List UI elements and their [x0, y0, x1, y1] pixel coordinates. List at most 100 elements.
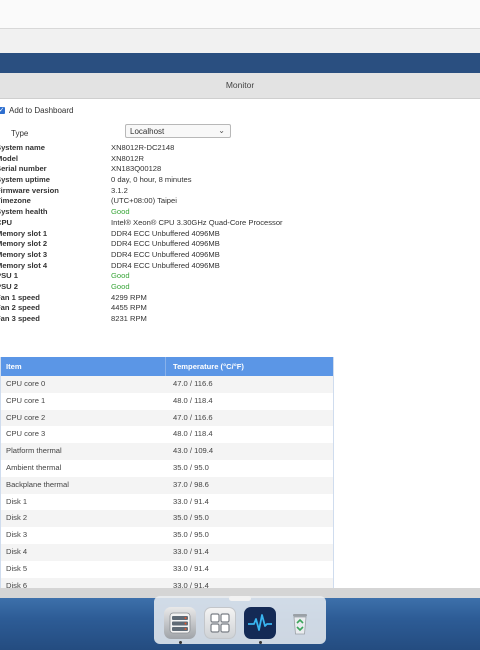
table-row[interactable]: Disk 1 33.0 / 91.4: [1, 494, 333, 511]
info-key: PSU 1: [0, 271, 18, 281]
info-row: Firmware version 3.1.2: [0, 186, 396, 197]
info-value: (UTC+08:00) Taipei: [111, 196, 177, 206]
info-value: DDR4 ECC Unbuffered 4096MB: [111, 239, 220, 249]
column-header-item[interactable]: Item: [1, 357, 166, 376]
info-row: Serial number XN183Q00128: [0, 164, 396, 175]
info-row: Memory slot 4 DDR4 ECC Unbuffered 4096MB: [0, 261, 396, 272]
info-value: 4299 RPM: [111, 292, 147, 302]
info-row: Memory slot 1 DDR4 ECC Unbuffered 4096MB: [0, 229, 396, 240]
cell-temperature: 33.0 / 91.4: [173, 563, 209, 573]
info-row: Fan 2 speed 4455 RPM: [0, 303, 396, 314]
cell-item: Disk 1: [6, 496, 28, 506]
add-to-dashboard[interactable]: ✓ Add to Dashboard: [0, 106, 74, 115]
info-row: Timezone (UTC+08:00) Taipei: [0, 196, 396, 207]
cell-item: CPU core 0: [6, 379, 46, 388]
cell-item: Disk 2: [6, 513, 28, 523]
table-row[interactable]: Disk 2 35.0 / 95.0: [1, 510, 333, 528]
cell-temperature: 37.0 / 98.6: [173, 479, 209, 489]
info-value: Good: [111, 207, 130, 217]
type-select[interactable]: Localhost ⌄: [125, 124, 231, 138]
info-row: CPU Intel® Xeon® CPU 3.30GHz Quad-Core Pr…: [0, 218, 396, 229]
table-row[interactable]: CPU core 1 48.0 / 118.4: [1, 393, 333, 410]
table-row[interactable]: Disk 6 33.0 / 91.4: [1, 577, 333, 588]
info-value: DDR4 ECC Unbuffered 4096MB: [111, 228, 220, 238]
info-value: Good: [111, 271, 130, 281]
chevron-down-icon: ⌄: [218, 126, 225, 135]
info-row: PSU 1 Good: [0, 271, 396, 282]
cell-item: Disk 5: [6, 563, 28, 573]
info-value: 4455 RPM: [111, 303, 147, 313]
monitor-window: Monitor ✓ Add to Dashboard Type Localhos…: [0, 73, 480, 588]
system-info-list: System nameXN8012R-DC2148ModelXN8012RSer…: [0, 143, 396, 325]
table-row[interactable]: Disk 4 33.0 / 91.4: [1, 543, 333, 561]
cell-item: Disk 4: [6, 546, 28, 556]
info-value: 8231 RPM: [111, 314, 147, 323]
info-key: Firmware version: [0, 185, 59, 195]
table-row[interactable]: Disk 5 33.0 / 91.4: [1, 561, 333, 578]
add-to-dashboard-checkbox[interactable]: ✓: [0, 107, 5, 114]
info-key: Model: [0, 153, 18, 163]
type-select-value: Localhost: [130, 127, 165, 136]
storage-manager-icon[interactable]: [164, 607, 196, 639]
info-row: System name XN8012R-DC2148: [0, 143, 396, 154]
cell-temperature: 35.0 / 95.0: [173, 462, 209, 472]
temperature-table: Item Temperature (°C/°F) CPU core 0 47.0 …: [0, 357, 334, 588]
cell-item: Ambient thermal: [6, 462, 62, 472]
info-key: System uptime: [0, 175, 51, 185]
info-value: DDR4 ECC Unbuffered 4096MB: [111, 249, 220, 259]
cell-item: Backplane thermal: [6, 479, 69, 489]
table-row[interactable]: CPU core 0 47.0 / 116.6: [1, 376, 333, 393]
info-value: XN8012R: [111, 153, 144, 163]
info-key: Memory slot 3: [0, 249, 48, 259]
info-key: Serial number: [0, 164, 47, 174]
cell-temperature: 33.0 / 91.4: [173, 580, 209, 588]
table-row[interactable]: Ambient thermal 35.0 / 95.0: [1, 460, 333, 477]
desktop-gap: [0, 29, 480, 53]
cell-temperature: 47.0 / 116.6: [173, 379, 213, 388]
info-row: System uptime 0 day, 0 hour, 8 minutes: [0, 175, 396, 186]
info-row: Memory slot 2 DDR4 ECC Unbuffered 4096MB: [0, 239, 396, 250]
info-key: PSU 2: [0, 281, 18, 291]
info-value: XN183Q00128: [111, 164, 162, 174]
table-row[interactable]: Backplane thermal 37.0 / 98.6: [1, 476, 333, 494]
app-center-icon[interactable]: [204, 607, 236, 639]
table-row[interactable]: CPU core 2 47.0 / 116.6: [1, 409, 333, 427]
cell-temperature: 35.0 / 95.0: [173, 513, 209, 523]
info-value: DDR4 ECC Unbuffered 4096MB: [111, 260, 220, 270]
cell-item: CPU core 3: [6, 429, 46, 439]
info-row: PSU 2 Good: [0, 282, 396, 293]
monitor-icon[interactable]: [244, 607, 276, 639]
cell-item: Disk 3: [6, 530, 28, 540]
info-key: Memory slot 2: [0, 239, 48, 249]
window-header-bar: [0, 53, 480, 73]
cell-temperature: 33.0 / 91.4: [173, 546, 209, 556]
running-indicator: [259, 641, 262, 644]
info-key: CPU: [0, 217, 13, 227]
info-key: Memory slot 4: [0, 260, 48, 270]
window-title-bar[interactable]: Monitor: [0, 73, 480, 99]
running-indicator: [179, 641, 182, 644]
cell-item: CPU core 1: [6, 395, 46, 405]
info-value: Good: [111, 281, 130, 291]
info-key: System health: [0, 207, 48, 217]
dock-handle[interactable]: [229, 596, 251, 601]
cell-item: Platform thermal: [6, 446, 62, 456]
cell-temperature: 47.0 / 116.6: [173, 412, 213, 422]
info-row: Model XN8012R: [0, 154, 396, 165]
recycle-bin-icon[interactable]: [284, 607, 316, 639]
info-key: System name: [0, 143, 45, 152]
table-row[interactable]: Disk 3 35.0 / 95.0: [1, 527, 333, 544]
cell-item: CPU core 2: [6, 412, 46, 422]
top-bar: [0, 0, 480, 29]
column-header-temperature[interactable]: Temperature (°C/°F): [166, 357, 244, 376]
table-row[interactable]: Platform thermal 43.0 / 109.4: [1, 443, 333, 460]
info-key: Fan 1 speed: [0, 292, 40, 302]
cell-temperature: 48.0 / 118.4: [173, 395, 213, 405]
info-value: 3.1.2: [111, 185, 128, 195]
cell-temperature: 33.0 / 91.4: [173, 496, 209, 506]
table-row[interactable]: CPU core 3 48.0 / 118.4: [1, 426, 333, 443]
type-label: Type: [11, 129, 29, 138]
cell-temperature: 35.0 / 95.0: [173, 530, 209, 540]
table-header: Item Temperature (°C/°F): [1, 357, 333, 376]
info-key: Fan 3 speed: [0, 314, 40, 323]
